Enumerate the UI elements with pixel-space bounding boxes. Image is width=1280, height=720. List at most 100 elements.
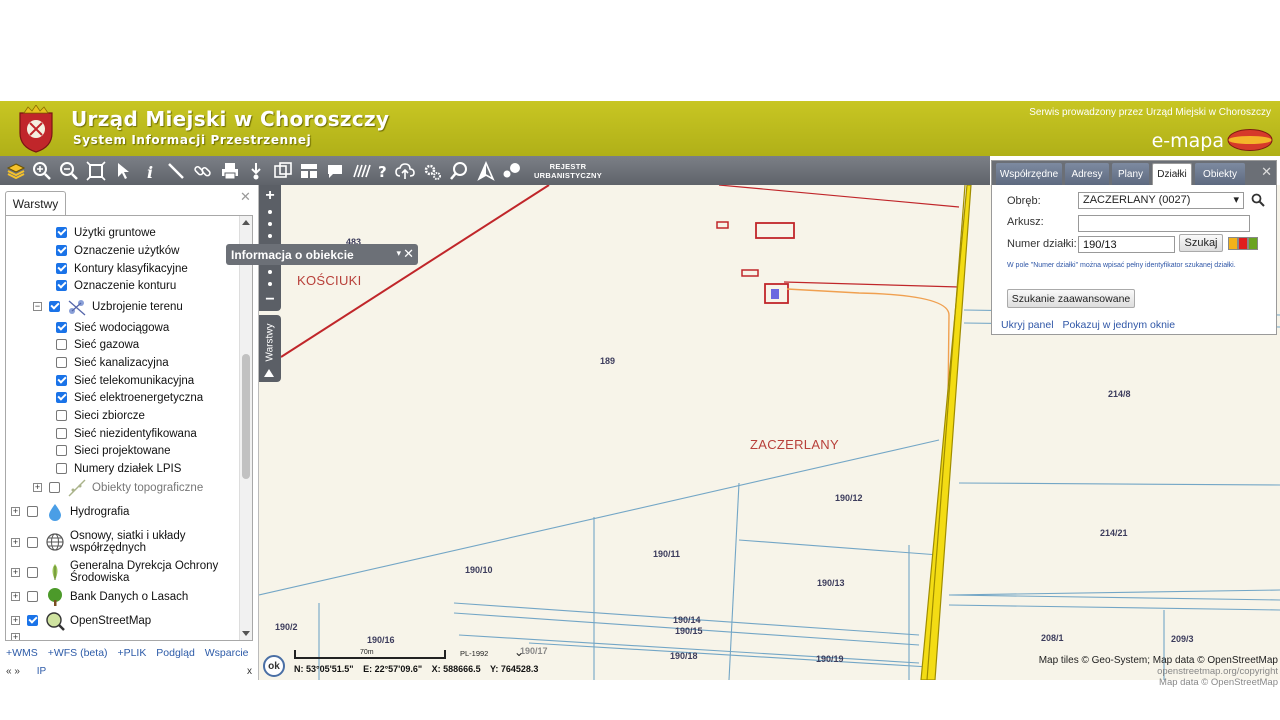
close-icon[interactable]: ✕: [1261, 164, 1272, 180]
tab-plany[interactable]: Plany: [1112, 163, 1149, 185]
color-swatch-green[interactable]: [1248, 237, 1258, 250]
help-icon[interactable]: ?: [372, 160, 394, 182]
messages-icon[interactable]: [501, 160, 523, 182]
arkusz-input[interactable]: [1078, 215, 1250, 232]
zoom-extent-icon[interactable]: [85, 160, 107, 182]
layer-group-obiekty-topograficzne[interactable]: + Obiekty topograficzne: [33, 479, 203, 496]
zoom-in-button[interactable]: +: [263, 188, 277, 204]
advanced-search-button[interactable]: Szukanie zaawansowane: [1007, 289, 1135, 308]
speech-bubble-icon[interactable]: [324, 160, 346, 182]
highlight-color-picker[interactable]: [1228, 237, 1258, 250]
scroll-up-icon[interactable]: [242, 220, 250, 225]
layer-row-siec-kanalizacyjna[interactable]: Sieć kanalizacyjna: [56, 354, 169, 371]
info-icon[interactable]: i: [139, 160, 161, 182]
layer-row-kontury-klasyfikacyjne[interactable]: Kontury klasyfikacyjne: [56, 260, 188, 277]
layer-checkbox[interactable]: [56, 375, 67, 386]
tab-adresy[interactable]: Adresy: [1065, 163, 1109, 185]
layer-checkbox[interactable]: [27, 615, 38, 626]
zoom-out-icon[interactable]: [58, 160, 80, 182]
add-wms-link[interactable]: +WMS: [6, 647, 38, 659]
layer-group-uzbrojenie-terenu[interactable]: − Uzbrojenie terenu: [33, 298, 183, 315]
layer-row-siec-niezidentyfikowana[interactable]: Sieć niezidentyfikowana: [56, 425, 197, 442]
layer-group-bank-danych-o-lasach[interactable]: + Bank Danych o Lasach: [11, 587, 188, 606]
zoom-level-dot[interactable]: [268, 270, 272, 274]
expand-icon[interactable]: +: [33, 483, 42, 492]
layer-checkbox[interactable]: [56, 322, 67, 333]
expand-icon[interactable]: +: [11, 537, 20, 547]
print-icon[interactable]: [219, 160, 241, 182]
layer-checkbox[interactable]: [27, 591, 38, 602]
cloud-upload-icon[interactable]: [394, 160, 416, 182]
expand-icon[interactable]: +: [11, 507, 20, 516]
layer-row-siec-elektroenergetyczna[interactable]: Sieć elektroenergetyczna: [56, 389, 203, 406]
layer-group-gdos[interactable]: + Generalna Dyrekcja Ochrony Środowiska: [11, 559, 218, 585]
expand-icon[interactable]: +: [11, 592, 20, 601]
zoom-level-dot[interactable]: [268, 234, 272, 238]
projection-select[interactable]: PL-1992: [460, 645, 526, 659]
scroll-down-icon[interactable]: [242, 631, 250, 636]
zoom-level-dot[interactable]: [268, 222, 272, 226]
expand-icon[interactable]: +: [11, 567, 20, 577]
search-map-icon[interactable]: [448, 160, 470, 182]
scroll-thumb[interactable]: [242, 354, 250, 479]
layer-row-uzytki-gruntowe[interactable]: Użytki gruntowe: [56, 224, 156, 241]
ip-link[interactable]: IP: [37, 666, 46, 677]
layer-checkbox[interactable]: [56, 245, 67, 256]
tab-wspolrzedne[interactable]: Współrzędne: [996, 163, 1062, 185]
layer-checkbox[interactable]: [56, 428, 67, 439]
layer-checkbox[interactable]: [56, 227, 67, 238]
panel-bottom-close[interactable]: x: [247, 666, 252, 677]
add-file-link[interactable]: +PLIK: [117, 647, 146, 659]
layer-row-siec-gazowa[interactable]: Sieć gazowa: [56, 336, 139, 353]
layers-vertical-tab[interactable]: Warstwy: [259, 315, 281, 382]
layer-checkbox[interactable]: [56, 445, 67, 456]
layer-row-numery-dzialek-lpis[interactable]: Numery działek LPIS: [56, 460, 181, 477]
layer-row-oznaczenie-uzytkow[interactable]: Oznaczenie użytków: [56, 242, 179, 259]
layer-checkbox[interactable]: [56, 463, 67, 474]
layer-row-sieci-projektowane[interactable]: Sieci projektowane: [56, 442, 171, 459]
zoom-in-icon[interactable]: [31, 160, 53, 182]
zoom-level-dot[interactable]: [268, 210, 272, 214]
layer-row-siec-wodociagowa[interactable]: Sieć wodociągowa: [56, 319, 169, 336]
layer-checkbox[interactable]: [49, 301, 60, 312]
layer-checkbox[interactable]: [56, 410, 67, 421]
zoom-out-button[interactable]: −: [263, 292, 277, 308]
settings-icon[interactable]: [421, 160, 443, 182]
collapse-arrows[interactable]: « »: [6, 666, 20, 677]
layer-row-sieci-zbiorcze[interactable]: Sieci zbiorcze: [56, 407, 145, 424]
layer-row-oznaczenie-konturu[interactable]: Oznaczenie konturu: [56, 277, 176, 294]
support-link[interactable]: Wsparcie: [205, 647, 249, 659]
expand-icon[interactable]: +: [11, 616, 20, 625]
tab-dzialki[interactable]: Działki: [1152, 163, 1192, 185]
attribution-line2[interactable]: openstreetmap.org/copyright: [1018, 666, 1278, 677]
numer-dzialki-input[interactable]: [1078, 236, 1175, 253]
color-swatch-yellow[interactable]: [1228, 237, 1238, 250]
close-icon[interactable]: ✕: [403, 246, 414, 262]
layer-checkbox[interactable]: [56, 357, 67, 368]
layer-checkbox[interactable]: [56, 339, 67, 350]
hatch-icon[interactable]: [350, 160, 372, 182]
ok-button[interactable]: ok: [263, 655, 285, 677]
object-info-popup[interactable]: Informacja o obiekcie ▾ ✕: [226, 244, 418, 265]
select-pointer-icon[interactable]: [112, 160, 134, 182]
download-icon[interactable]: [245, 160, 267, 182]
layer-checkbox[interactable]: [49, 482, 60, 493]
zoom-level-dot[interactable]: [268, 282, 272, 286]
rejestr-urbanistyczny-button[interactable]: REJESTR URBANISTYCZNY: [530, 162, 606, 180]
layer-group-hydrografia[interactable]: + Hydrografia: [11, 503, 129, 521]
layer-group-openstreetmap[interactable]: + OpenStreetMap: [11, 611, 151, 631]
obreb-select[interactable]: ZACZERLANY (0027): [1078, 192, 1244, 209]
hide-panel-link[interactable]: Ukryj panel: [1001, 319, 1054, 331]
layer-checkbox[interactable]: [27, 536, 38, 548]
layer-tree-scrollbar[interactable]: [239, 216, 252, 640]
add-wfs-link[interactable]: +WFS (beta): [48, 647, 108, 659]
layer-checkbox[interactable]: [56, 280, 67, 291]
search-icon[interactable]: [1251, 193, 1265, 207]
search-button[interactable]: Szukaj: [1179, 234, 1223, 252]
collapse-icon[interactable]: −: [33, 302, 42, 311]
single-window-link[interactable]: Pokazuj w jednym oknie: [1062, 319, 1175, 331]
layer-row-siec-telekomunikacyjna[interactable]: Sieć telekomunikacyjna: [56, 372, 194, 389]
copy-icon[interactable]: [272, 160, 294, 182]
layer-checkbox[interactable]: [27, 506, 38, 517]
layer-checkbox[interactable]: [56, 263, 67, 274]
